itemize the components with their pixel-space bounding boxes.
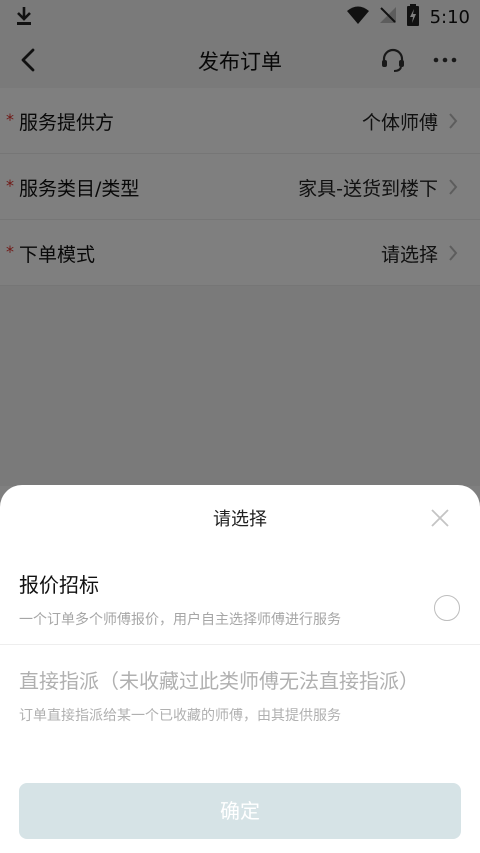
option-title: 直接指派（未收藏过此类师傅无法直接指派）: [19, 669, 419, 693]
option-description: 订单直接指派给某一个已收藏的师傅，由其提供服务: [19, 708, 341, 724]
confirm-button[interactable]: 确定: [19, 783, 461, 839]
option-description: 一个订单多个师傅报价，用户自主选择师傅进行服务: [19, 612, 341, 628]
sheet-title: 请选择: [213, 509, 267, 530]
option-title: 报价招标: [19, 573, 99, 597]
option-direct-assign: 直接指派（未收藏过此类师傅无法直接指派） 订单直接指派给某一个已收藏的师傅，由其…: [0, 661, 480, 741]
radio-button[interactable]: [434, 595, 460, 621]
close-icon[interactable]: [430, 508, 450, 532]
option-bidding[interactable]: 报价招标 一个订单多个师傅报价，用户自主选择师傅进行服务: [0, 565, 480, 645]
select-bottom-sheet: 请选择 报价招标 一个订单多个师傅报价，用户自主选择师傅进行服务 直接指派（未收…: [0, 485, 480, 853]
